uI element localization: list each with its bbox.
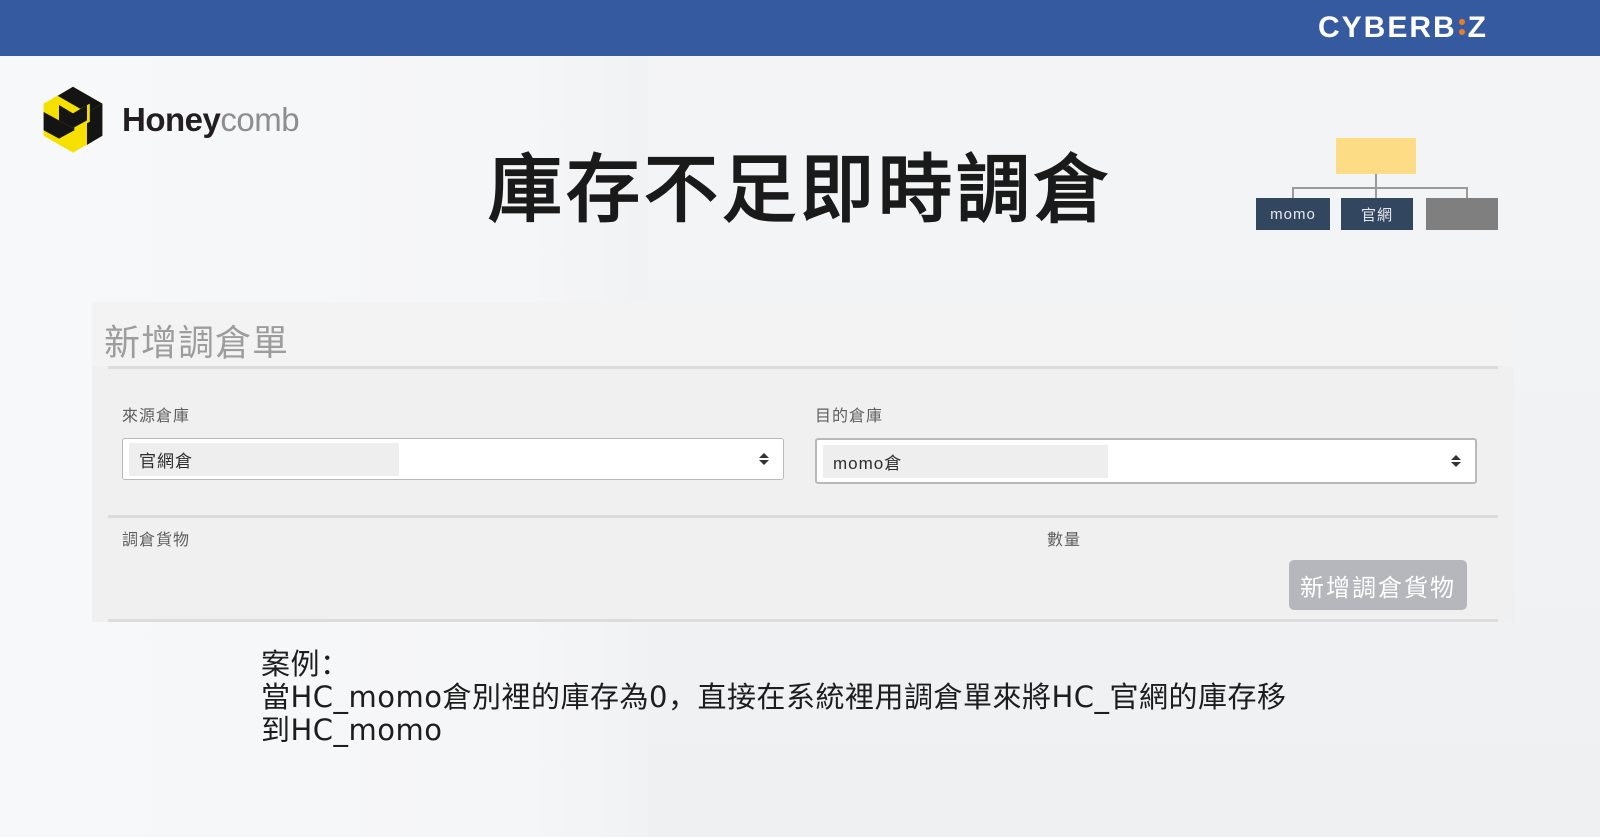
case-description-line-2: 當HC_momo倉別裡的庫存為0，直接在系統裡用調倉單來將HC_官網的庫存移 [261,679,1287,714]
orgchart-node-official: 官網 [1341,198,1413,230]
cyberbiz-logo-text-left: CYBERB [1317,11,1457,44]
honeycomb-cube-icon [38,84,108,154]
source-warehouse-label: 來源倉庫 [122,408,191,425]
panel-title: 新增調倉單 [104,323,290,364]
orgchart-node-momo: momo [1256,198,1330,230]
panel-divider [108,366,1498,369]
honeycomb-wordmark-light: comb [220,100,300,138]
honeycomb-logo: Honeycomb [38,84,300,154]
cyberbiz-logo-text-right: Z [1467,11,1488,44]
orgchart-connector [1292,187,1468,189]
source-warehouse-value: 官網倉 [129,442,399,476]
top-brand-bar: CYBERB Z [0,0,1600,56]
case-description: 案例： 當HC_momo倉別裡的庫存為0，直接在系統裡用調倉單來將HC_官網的庫… [261,648,1321,746]
panel-header: 新增調倉單 [92,302,1514,366]
panel-divider [108,515,1498,518]
quantity-label: 數量 [1047,532,1082,549]
honeycomb-wordmark: Honeycomb [122,100,300,138]
case-description-line-1: 案例： [261,647,350,681]
transfer-order-panel: 新增調倉單 來源倉庫 官網倉 目的倉庫 momo倉 調倉貨物 數量 新增調倉貨物 [92,302,1514,622]
warehouse-org-chart: momo 官網 [1256,138,1516,230]
destination-warehouse-value: momo倉 [823,444,1108,478]
orgchart-top-box [1336,138,1416,174]
destination-warehouse-label: 目的倉庫 [815,408,884,425]
source-warehouse-select[interactable]: 官網倉 [122,438,784,480]
panel-divider [108,619,1498,622]
add-transfer-goods-button[interactable]: 新增調倉貨物 [1289,560,1467,610]
select-updown-arrow-icon [1451,453,1461,469]
honeycomb-wordmark-bold: Honey [122,100,221,138]
cyberbiz-i-dots-icon [1458,19,1465,35]
source-warehouse-field: 來源倉庫 官網倉 [122,402,784,480]
transfer-goods-label: 調倉貨物 [122,532,191,549]
select-updown-arrow-icon [759,451,769,467]
slide-canvas: CYBERB Z Honeycomb 庫存不足即時調倉 momo 官網 新增調倉… [0,0,1600,837]
case-description-line-3: 到HC_momo [261,712,443,747]
cyberbiz-logo: CYBERB Z [1318,12,1488,44]
orgchart-node-other [1426,198,1498,230]
destination-warehouse-field: 目的倉庫 momo倉 [815,402,1477,484]
orgchart-connector [1375,174,1377,188]
destination-warehouse-select[interactable]: momo倉 [815,438,1477,484]
